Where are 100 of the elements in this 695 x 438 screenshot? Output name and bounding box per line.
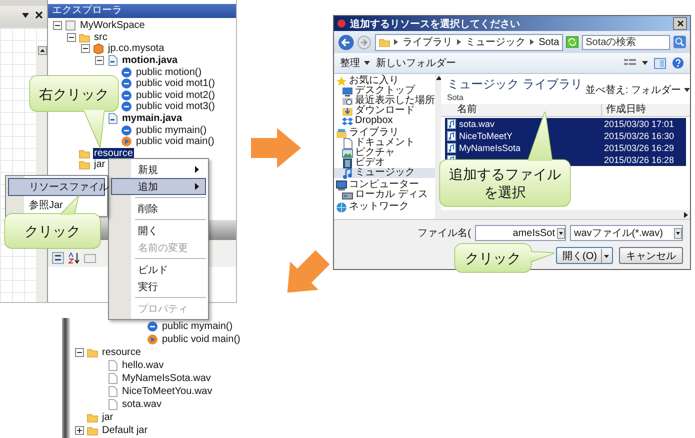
- menu-item[interactable]: 実行: [111, 278, 206, 295]
- tree-item[interactable]: public void mot2(): [135, 90, 216, 101]
- nav-item[interactable]: ミュージック: [334, 168, 435, 178]
- file-date: 2015/03/26 16:28: [604, 155, 676, 165]
- tree-item[interactable]: NiceToMeetYou.wav: [121, 386, 214, 397]
- tree-item[interactable]: MyNameIsSota.wav: [121, 373, 212, 384]
- toolbar-button[interactable]: 新しいフォルダー: [376, 56, 456, 70]
- refresh-icon[interactable]: [566, 36, 579, 48]
- address-field[interactable]: ライブラリ ミュージック Sota: [374, 34, 564, 50]
- file-icon: [107, 360, 118, 371]
- nav-item[interactable]: ビデオ: [334, 158, 435, 168]
- nav-item[interactable]: デスクトップ: [334, 86, 435, 96]
- tree-item[interactable]: public mymain(): [161, 321, 234, 332]
- tree-item[interactable]: hello.wav: [121, 360, 165, 371]
- search-icon[interactable]: [672, 35, 686, 49]
- tree-item[interactable]: resource: [101, 347, 142, 358]
- folder-clock-icon: [342, 96, 353, 106]
- nav-item[interactable]: 最近表示した場所: [334, 96, 435, 106]
- tree-item[interactable]: src: [93, 32, 108, 43]
- callout-text: 右クリック: [39, 84, 109, 102]
- close-button[interactable]: [673, 17, 687, 30]
- method-icon: [121, 78, 132, 90]
- method-icon: [121, 101, 132, 112]
- library-subtitle: Sota: [447, 93, 464, 102]
- tree-item[interactable]: jar: [101, 412, 114, 423]
- cancel-button[interactable]: キャンセル: [619, 247, 683, 264]
- expand-toggle[interactable]: [67, 32, 76, 42]
- tree-item[interactable]: public mymain(): [135, 124, 208, 136]
- close-icon[interactable]: [35, 11, 43, 19]
- help-icon[interactable]: [672, 57, 684, 69]
- back-icon[interactable]: [338, 34, 354, 50]
- nav-item[interactable]: ピクチャ: [334, 148, 435, 158]
- tree-item[interactable]: jp.co.mysota: [107, 43, 166, 54]
- tree-item[interactable]: public void mot1(): [135, 78, 216, 90]
- toolbar-button[interactable]: 整理: [340, 56, 370, 70]
- view-icon[interactable]: [624, 58, 636, 68]
- sort-icon[interactable]: [68, 252, 80, 264]
- breadcrumb-item[interactable]: Sota: [538, 36, 560, 48]
- tree-item[interactable]: public void mot3(): [135, 101, 216, 112]
- menu-item[interactable]: 追加: [111, 178, 206, 195]
- menu-item[interactable]: 新規: [111, 161, 206, 178]
- column-header[interactable]: 作成日時: [602, 104, 690, 116]
- nav-item[interactable]: ライブラリ: [334, 128, 435, 138]
- computer-icon: [336, 180, 347, 190]
- menu-item[interactable]: 削除: [111, 200, 206, 217]
- nav-item[interactable]: お気に入り: [334, 76, 435, 86]
- folder-icon: [87, 425, 98, 436]
- nav-item[interactable]: ネットワーク: [334, 202, 435, 212]
- tree-item[interactable]: sota.wav: [121, 399, 162, 410]
- preview-pane-icon[interactable]: [654, 58, 666, 68]
- expand-toggle[interactable]: [53, 21, 62, 30]
- document-icon: [342, 138, 353, 148]
- sort-dropdown[interactable]: フォルダー: [631, 83, 690, 97]
- expand-toggle[interactable]: [75, 426, 84, 435]
- file-icon: [107, 55, 118, 66]
- tree-item[interactable]: Default jar: [101, 425, 149, 436]
- caret-icon: [684, 88, 690, 92]
- file-row[interactable]: sota.wav 2015/03/30 17:01: [445, 118, 686, 130]
- sort-label: 並べ替え:: [585, 84, 628, 97]
- tree-item[interactable]: public motion(): [135, 66, 203, 78]
- menu-item[interactable]: ビルド: [111, 261, 206, 278]
- menu-item[interactable]: 開く: [111, 222, 206, 239]
- file-date: 2015/03/26 16:30: [604, 131, 676, 141]
- caret-icon[interactable]: [22, 12, 29, 18]
- file-name: sota.wav: [459, 119, 495, 129]
- nav-item[interactable]: Dropbox: [334, 116, 435, 126]
- workspace-icon: [65, 20, 76, 32]
- file-date: 2015/03/30 17:01: [604, 119, 676, 129]
- expand-toggle[interactable]: [95, 56, 104, 66]
- breadcrumb-item[interactable]: ミュージック: [466, 35, 526, 49]
- caret-icon: [364, 61, 370, 65]
- tree-item[interactable]: mymain.java: [121, 113, 184, 124]
- nav-item[interactable]: ドキュメント: [334, 138, 435, 148]
- tree-item[interactable]: motion.java: [121, 55, 179, 66]
- scrollbar[interactable]: [441, 210, 690, 219]
- tree-item[interactable]: public void main(): [161, 334, 242, 345]
- menu-item[interactable]: 参照Jar: [8, 196, 105, 214]
- nav-item[interactable]: ダウンロード: [334, 106, 435, 116]
- tree-item[interactable]: jar: [93, 159, 106, 170]
- search-field[interactable]: Sotaの検索: [582, 34, 670, 50]
- breadcrumb-item[interactable]: ライブラリ: [402, 35, 453, 49]
- submenu-arrow-icon: [195, 166, 199, 173]
- folder-icon: [79, 32, 90, 43]
- filename-field[interactable]: ameIsSot: [475, 225, 566, 241]
- file-type-dropdown[interactable]: wavファイル(*.wav): [570, 225, 683, 241]
- file-row[interactable]: NiceToMeetY 2015/03/26 16:30: [445, 130, 686, 142]
- expand-toggle[interactable]: [81, 44, 90, 54]
- tree-item[interactable]: MyWorkSpace: [79, 20, 146, 32]
- tree-item[interactable]: public void main(): [135, 136, 216, 148]
- nav-item[interactable]: コンピューター: [334, 180, 435, 190]
- expand-toggle[interactable]: [75, 348, 84, 357]
- download-folder-icon: [342, 106, 353, 116]
- caret-icon[interactable]: [642, 61, 648, 65]
- nav-item[interactable]: ローカル ディス: [334, 190, 435, 200]
- scroll-up-icon[interactable]: [38, 46, 46, 55]
- category-icon[interactable]: [52, 252, 64, 264]
- file-row[interactable]: MyNameIsSota 2015/03/26 16:29: [445, 142, 686, 154]
- tree-item[interactable]: resource: [93, 148, 134, 159]
- file-date: 2015/03/26 16:29: [604, 143, 676, 153]
- callout-text: 追加するファイルを選択: [448, 165, 562, 201]
